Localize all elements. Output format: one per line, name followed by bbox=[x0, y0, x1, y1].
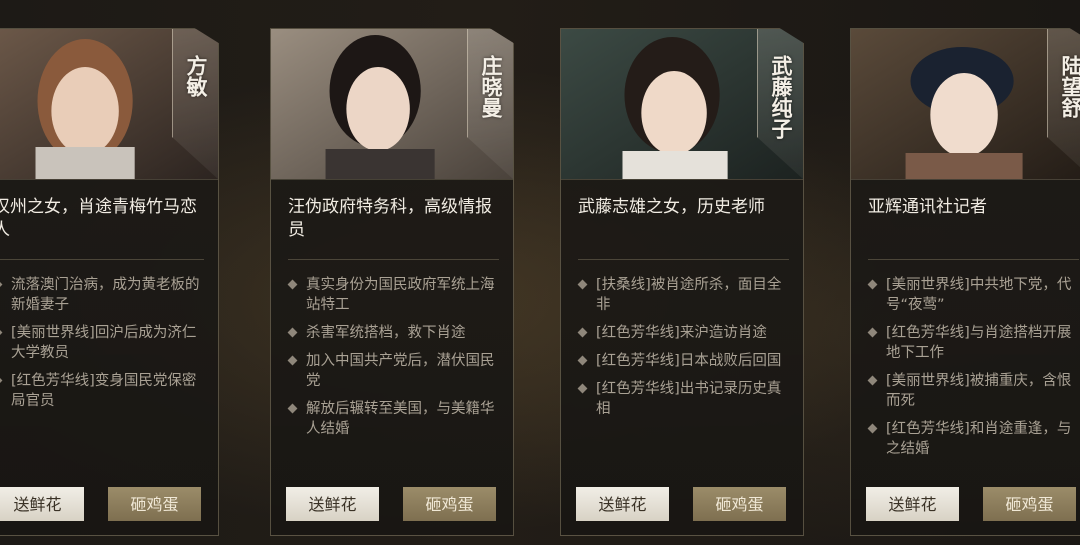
list-item: [红色芳华线]出书记录历史真相 bbox=[577, 379, 793, 419]
character-portrait: 方敏 bbox=[0, 29, 218, 180]
character-card-strip: 方敏 汉州之女，肖途青梅竹马恋人 流落澳门治病，成为黄老板的新婚妻子 [美丽世界… bbox=[0, 0, 1080, 545]
story-bullets: [美丽世界线]中共地下党，代号“夜莺” [红色芳华线]与肖途搭档开展地下工作 [… bbox=[867, 275, 1080, 467]
diamond-bullet-icon bbox=[0, 375, 3, 386]
list-item: [红色芳华线]变身国民党保密局官员 bbox=[0, 371, 208, 411]
throw-eggs-button[interactable]: 砸鸡蛋 bbox=[403, 487, 496, 521]
list-item: [美丽世界线]被捕重庆，含恨而死 bbox=[867, 371, 1080, 411]
list-item: [红色芳华线]来沪造访肖途 bbox=[577, 323, 793, 343]
divider bbox=[288, 259, 499, 260]
character-title: 汪伪政府特务科，高级情报员 bbox=[288, 197, 492, 240]
diamond-bullet-icon bbox=[287, 355, 298, 366]
diamond-bullet-icon bbox=[287, 279, 298, 290]
list-item: 真实身份为国民政府军统上海站特工 bbox=[287, 275, 503, 315]
send-flowers-button[interactable]: 送鲜花 bbox=[0, 487, 84, 521]
list-item: 杀害军统搭档，救下肖途 bbox=[287, 323, 503, 343]
character-card: 庄晓曼 汪伪政府特务科，高级情报员 真实身份为国民政府军统上海站特工 杀害军统搭… bbox=[270, 28, 514, 536]
diamond-bullet-icon bbox=[577, 279, 588, 290]
diamond-bullet-icon bbox=[577, 383, 588, 394]
list-item: 解放后辗转至美国，与美籍华人结婚 bbox=[287, 399, 503, 439]
story-bullets: 流落澳门治病，成为黄老板的新婚妻子 [美丽世界线]回沪后成为济仁大学教员 [红色… bbox=[0, 275, 208, 419]
diamond-bullet-icon bbox=[577, 355, 588, 366]
character-portrait: 庄晓曼 bbox=[271, 29, 513, 180]
diamond-bullet-icon bbox=[0, 279, 3, 290]
throw-eggs-button[interactable]: 砸鸡蛋 bbox=[108, 487, 201, 521]
character-portrait: 武藤纯子 bbox=[561, 29, 803, 180]
list-item: [红色芳华线]与肖途搭档开展地下工作 bbox=[867, 323, 1080, 363]
list-item: [红色芳华线]和肖途重逢，与之结婚 bbox=[867, 419, 1080, 459]
diamond-bullet-icon bbox=[867, 327, 878, 338]
list-item: 加入中国共产党后，潜伏国民党 bbox=[287, 351, 503, 391]
list-item: [美丽世界线]中共地下党，代号“夜莺” bbox=[867, 275, 1080, 315]
character-name: 方敏 bbox=[184, 55, 209, 97]
throw-eggs-button[interactable]: 砸鸡蛋 bbox=[983, 487, 1076, 521]
send-flowers-button[interactable]: 送鲜花 bbox=[286, 487, 379, 521]
character-name: 陆望舒 bbox=[1059, 55, 1080, 118]
send-flowers-button[interactable]: 送鲜花 bbox=[576, 487, 669, 521]
character-name: 武藤纯子 bbox=[769, 55, 794, 139]
character-title: 武藤志雄之女，历史老师 bbox=[578, 197, 765, 217]
diamond-bullet-icon bbox=[867, 279, 878, 290]
diamond-bullet-icon bbox=[287, 403, 298, 414]
diamond-bullet-icon bbox=[287, 327, 298, 338]
character-card: 陆望舒 亚辉通讯社记者 [美丽世界线]中共地下党，代号“夜莺” [红色芳华线]与… bbox=[850, 28, 1080, 536]
send-flowers-button[interactable]: 送鲜花 bbox=[866, 487, 959, 521]
character-title: 汉州之女，肖途青梅竹马恋人 bbox=[0, 197, 197, 240]
diamond-bullet-icon bbox=[867, 375, 878, 386]
character-title: 亚辉通讯社记者 bbox=[868, 197, 987, 217]
character-card: 方敏 汉州之女，肖途青梅竹马恋人 流落澳门治病，成为黄老板的新婚妻子 [美丽世界… bbox=[0, 28, 219, 536]
list-item: [美丽世界线]回沪后成为济仁大学教员 bbox=[0, 323, 208, 363]
throw-eggs-button[interactable]: 砸鸡蛋 bbox=[693, 487, 786, 521]
story-bullets: [扶桑线]被肖途所杀，面目全非 [红色芳华线]来沪造访肖途 [红色芳华线]日本战… bbox=[577, 275, 793, 427]
list-item: [扶桑线]被肖途所杀，面目全非 bbox=[577, 275, 793, 315]
character-portrait: 陆望舒 bbox=[851, 29, 1080, 180]
character-card: 武藤纯子 武藤志雄之女，历史老师 [扶桑线]被肖途所杀，面目全非 [红色芳华线]… bbox=[560, 28, 804, 536]
list-item: 流落澳门治病，成为黄老板的新婚妻子 bbox=[0, 275, 208, 315]
list-item: [红色芳华线]日本战败后回国 bbox=[577, 351, 793, 371]
diamond-bullet-icon bbox=[867, 423, 878, 434]
diamond-bullet-icon bbox=[577, 327, 588, 338]
divider bbox=[578, 259, 789, 260]
divider bbox=[0, 259, 204, 260]
divider bbox=[868, 259, 1079, 260]
diamond-bullet-icon bbox=[0, 327, 3, 338]
story-bullets: 真实身份为国民政府军统上海站特工 杀害军统搭档，救下肖途 加入中国共产党后，潜伏… bbox=[287, 275, 503, 447]
character-name: 庄晓曼 bbox=[479, 55, 504, 118]
